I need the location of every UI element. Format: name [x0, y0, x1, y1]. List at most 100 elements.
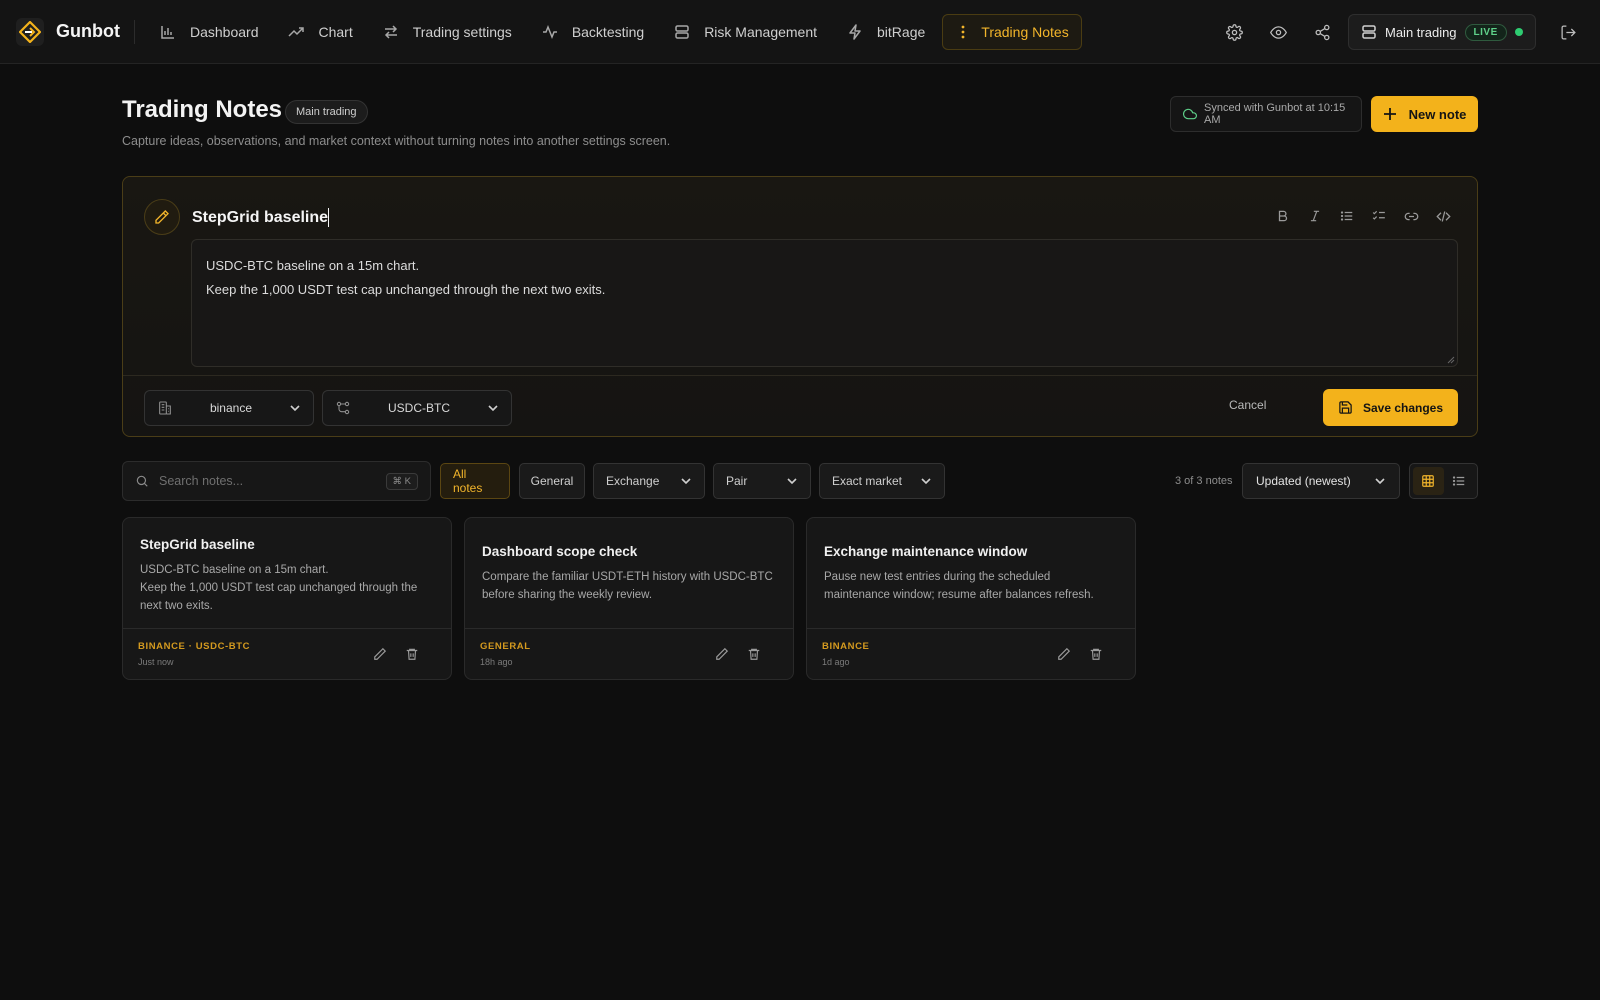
nav-bitrage-label: bitRage — [877, 23, 926, 40]
note-title-input[interactable] — [192, 204, 792, 232]
building-icon — [157, 400, 173, 416]
note-body-line: USDC-BTC baseline on a 15m chart. — [206, 258, 420, 273]
trash-icon — [1089, 647, 1103, 661]
chevron-down-icon — [1374, 475, 1386, 487]
list-view-button[interactable] — [1444, 467, 1475, 495]
resize-handle-icon[interactable] — [1447, 356, 1455, 364]
brand-divider — [133, 19, 135, 44]
checklist-button[interactable] — [1363, 200, 1395, 232]
top-navigation-bar: Gunbot Dashboard Chart Trading settings … — [0, 0, 1600, 64]
sync-status: Synced with Gunbot at 10:15 AM — [1170, 96, 1362, 132]
edit-note-button[interactable] — [1048, 640, 1080, 668]
filter-all-notes[interactable]: All notes — [440, 463, 510, 499]
edit-note-button[interactable] — [706, 640, 738, 668]
trash-icon — [405, 647, 419, 661]
grid-icon — [1421, 474, 1435, 488]
code-icon — [1435, 209, 1451, 224]
sort-select[interactable]: Updated (newest) — [1242, 463, 1400, 499]
search-input[interactable] — [159, 474, 386, 488]
pencil-icon — [715, 647, 729, 661]
nav-chart[interactable]: Chart — [275, 14, 365, 50]
share-icon — [1314, 24, 1331, 41]
nodes-icon — [335, 400, 351, 416]
server-icon — [674, 24, 690, 40]
note-card-time: 18h ago — [480, 657, 513, 667]
share-button[interactable] — [1304, 14, 1340, 50]
save-changes-label: Save changes — [1362, 400, 1444, 415]
pair-select-value: USDC-BTC — [388, 401, 450, 415]
live-status-dot — [1515, 28, 1523, 36]
italic-button[interactable] — [1299, 200, 1331, 232]
sort-select-value: Updated (newest) — [1256, 474, 1351, 488]
account-switcher[interactable]: Main trading LIVE — [1348, 14, 1536, 50]
note-card-title: Exchange maintenance window — [824, 544, 1028, 559]
nav-dashboard[interactable]: Dashboard — [147, 14, 272, 50]
page-title: Trading Notes — [122, 96, 283, 123]
visibility-button[interactable] — [1260, 14, 1296, 50]
new-note-button[interactable]: New note — [1371, 96, 1478, 132]
filter-general[interactable]: General — [519, 463, 585, 499]
settings-button[interactable] — [1216, 14, 1252, 50]
nav-bitrage[interactable]: bitRage — [834, 14, 938, 50]
code-button[interactable] — [1427, 200, 1459, 232]
note-card-time: 1d ago — [822, 657, 850, 667]
nav-trading-settings-label: Trading settings — [412, 23, 512, 40]
brand[interactable]: Gunbot — [16, 17, 120, 46]
delete-note-button[interactable] — [396, 640, 428, 668]
server-icon — [1361, 24, 1377, 40]
note-card-body: Dashboard scope check Compare the famili… — [465, 518, 793, 630]
bar-chart-icon — [160, 24, 176, 40]
link-button[interactable] — [1395, 200, 1427, 232]
filter-exchange-dropdown[interactable]: Exchange — [593, 463, 705, 499]
notes-count: 3 of 3 notes — [1175, 475, 1233, 487]
note-card[interactable]: StepGrid baseline USDC-BTC baseline on a… — [122, 517, 452, 680]
filter-exact-market-dropdown[interactable]: Exact market — [819, 463, 945, 499]
save-icon — [1338, 400, 1353, 415]
nav-backtesting-label: Backtesting — [571, 23, 645, 40]
edit-note-button[interactable] — [364, 640, 396, 668]
note-body-textarea[interactable]: USDC-BTC baseline on a 15m chart. Keep t… — [191, 239, 1458, 367]
bullet-list-button[interactable] — [1331, 200, 1363, 232]
gear-icon — [1225, 23, 1243, 41]
view-toggle — [1409, 463, 1478, 499]
trash-icon — [747, 647, 761, 661]
gunbot-logo-icon — [16, 17, 44, 46]
delete-note-button[interactable] — [738, 640, 770, 668]
trend-up-icon — [288, 24, 305, 40]
exchange-select[interactable]: binance — [144, 390, 314, 426]
nav-trading-settings[interactable]: Trading settings — [370, 14, 525, 50]
save-changes-button[interactable]: Save changes — [1323, 389, 1458, 426]
link-icon — [1404, 209, 1419, 224]
checklist-icon — [1372, 209, 1386, 223]
chevron-down-icon — [680, 475, 692, 487]
cloud-icon — [1183, 107, 1197, 121]
nav-backtesting[interactable]: Backtesting — [529, 14, 657, 50]
note-card-title: StepGrid baseline — [140, 537, 255, 552]
note-card-body: StepGrid baseline USDC-BTC baseline on a… — [123, 518, 451, 630]
note-card[interactable]: Dashboard scope check Compare the famili… — [464, 517, 794, 680]
note-card-actions — [364, 640, 428, 668]
pencil-icon — [373, 647, 387, 661]
delete-note-button[interactable] — [1080, 640, 1112, 668]
filter-exact-market-label: Exact market — [832, 474, 903, 488]
nav-risk-management[interactable]: Risk Management — [661, 14, 830, 50]
note-card-title: Dashboard scope check — [482, 544, 638, 559]
cancel-button[interactable]: Cancel — [1229, 398, 1266, 412]
filter-pair-dropdown[interactable]: Pair — [713, 463, 811, 499]
logout-button[interactable] — [1550, 14, 1586, 50]
text-caret — [328, 208, 329, 227]
nav-risk-management-label: Risk Management — [704, 23, 818, 40]
grid-view-button[interactable] — [1413, 467, 1444, 495]
pulse-icon — [542, 24, 558, 40]
live-status-badge: LIVE — [1464, 23, 1507, 41]
brand-name: Gunbot — [56, 21, 120, 41]
new-note-label: New note — [1408, 106, 1467, 122]
pair-select[interactable]: USDC-BTC — [322, 390, 512, 426]
bold-button[interactable] — [1267, 200, 1299, 232]
nav-trading-notes-label: Trading Notes — [981, 23, 1069, 40]
nav-trading-notes[interactable]: Trading Notes — [942, 13, 1082, 50]
bolt-icon — [847, 23, 863, 40]
note-card[interactable]: Exchange maintenance window Pause new te… — [806, 517, 1136, 680]
note-card-footer: BINANCE · USDC-BTC Just now — [123, 628, 451, 679]
filter-pair-label: Pair — [726, 474, 748, 488]
